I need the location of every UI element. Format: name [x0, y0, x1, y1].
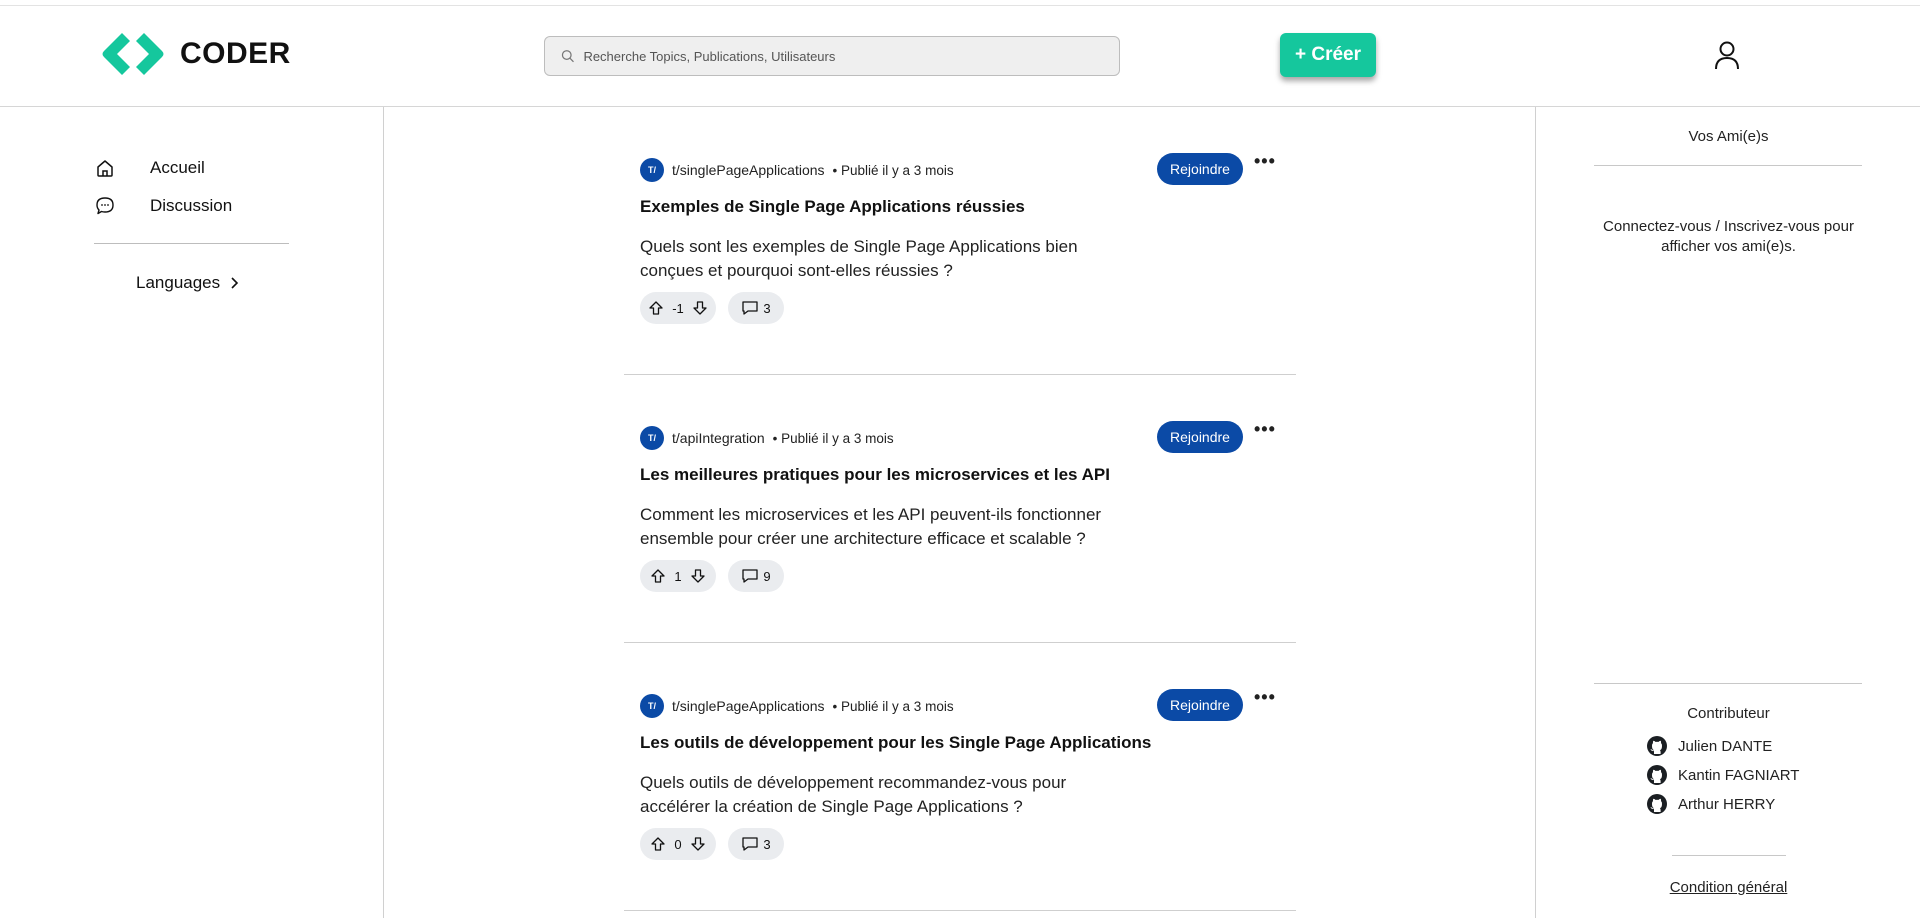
- contributor-link[interactable]: Julien DANTE: [1646, 735, 1772, 757]
- comment-count: 3: [763, 836, 771, 852]
- home-icon: [97, 160, 113, 177]
- join-button[interactable]: Rejoindre: [1157, 421, 1243, 453]
- comments-button[interactable]: 3: [728, 828, 784, 860]
- sidebar-item-accueil[interactable]: Accueil: [94, 157, 205, 179]
- sidebar-divider: [94, 243, 289, 244]
- vote-control: -1: [640, 292, 716, 324]
- post-meta: • Publié il y a 3 mois: [772, 430, 894, 446]
- left-sidebar: Accueil Discussion Languages: [0, 107, 384, 918]
- search-bar[interactable]: [544, 36, 1120, 76]
- community-avatar[interactable]: T/: [640, 158, 664, 182]
- community-avatar[interactable]: T/: [640, 694, 664, 718]
- contributor-link[interactable]: Arthur HERRY: [1646, 793, 1775, 815]
- create-button[interactable]: + Créer: [1280, 33, 1376, 77]
- more-options-icon[interactable]: •••: [1254, 419, 1276, 440]
- friends-title: Vos Ami(e)s: [1688, 128, 1769, 145]
- contributors-title: Contributeur: [1687, 705, 1770, 722]
- upvote-icon[interactable]: [650, 568, 666, 584]
- post-header: T/ t/apiIntegration • Publié il y a 3 mo…: [640, 426, 894, 450]
- post-body: Quels outils de développement recommande…: [640, 773, 1067, 816]
- chevron-right-icon: [231, 277, 239, 289]
- comment-icon: [742, 569, 759, 583]
- github-icon: [1647, 765, 1667, 785]
- upvote-icon[interactable]: [650, 836, 666, 852]
- vote-control: 1: [640, 560, 716, 592]
- post-header: T/ t/singlePageApplications • Publié il …: [640, 694, 954, 718]
- user-icon[interactable]: [1714, 40, 1740, 70]
- friends-divider: [1594, 165, 1862, 166]
- join-button[interactable]: Rejoindre: [1157, 153, 1243, 185]
- community-name[interactable]: t/apiIntegration: [672, 430, 765, 446]
- community-name[interactable]: t/singlePageApplications: [672, 162, 825, 178]
- downvote-icon[interactable]: [690, 836, 706, 852]
- downvote-icon[interactable]: [692, 300, 708, 316]
- terms-link[interactable]: Condition général: [1536, 879, 1920, 896]
- right-sidebar: Vos Ami(e)s Connectez-vous / Inscrivez-v…: [1535, 107, 1920, 918]
- contributors-divider: [1594, 683, 1862, 684]
- upvote-icon[interactable]: [648, 300, 664, 316]
- more-options-icon[interactable]: •••: [1254, 687, 1276, 708]
- community-avatar[interactable]: T/: [640, 426, 664, 450]
- post-title[interactable]: Exemples de Single Page Applications réu…: [640, 197, 1025, 217]
- vote-count: 1: [674, 568, 682, 584]
- sidebar-item-label: Accueil: [150, 158, 205, 177]
- comment-count: 3: [763, 300, 771, 316]
- post-meta: • Publié il y a 3 mois: [832, 698, 954, 714]
- post-body: Comment les microservices et les API peu…: [640, 505, 1102, 548]
- top-header: CODER + Créer: [0, 6, 1920, 107]
- post-title[interactable]: Les meilleures pratiques pour les micros…: [640, 465, 1110, 485]
- comments-button[interactable]: 3: [728, 292, 784, 324]
- comment-count: 9: [763, 568, 771, 584]
- code-logo-icon: [102, 33, 164, 75]
- more-options-icon[interactable]: •••: [1254, 151, 1276, 172]
- contributor-link[interactable]: Kantin FAGNIART: [1646, 764, 1799, 786]
- comment-icon: [742, 837, 759, 851]
- post-card[interactable]: T/ t/singlePageApplications • Publié il …: [624, 107, 1296, 375]
- vote-count: -1: [672, 300, 684, 316]
- join-button[interactable]: Rejoindre: [1157, 689, 1243, 721]
- contributor-name: Julien DANTE: [1678, 737, 1773, 755]
- brand-name: CODER: [180, 37, 291, 70]
- chat-icon: [96, 197, 114, 215]
- friends-login-message: Connectez-vous / Inscrivez-vous pour aff…: [1603, 218, 1854, 255]
- languages-toggle[interactable]: Languages: [136, 273, 240, 293]
- post-card[interactable]: T/ t/apiIntegration • Publié il y a 3 mo…: [624, 375, 1296, 643]
- comment-icon: [742, 301, 759, 315]
- sidebar-item-label: Discussion: [150, 196, 233, 215]
- post-meta: • Publié il y a 3 mois: [832, 162, 954, 178]
- post-header: T/ t/singlePageApplications • Publié il …: [640, 158, 954, 182]
- contributor-name: Kantin FAGNIART: [1678, 766, 1800, 784]
- vote-control: 0: [640, 828, 716, 860]
- github-icon: [1647, 736, 1667, 756]
- vote-count: 0: [674, 836, 682, 852]
- github-icon: [1647, 794, 1667, 814]
- languages-label: Languages: [136, 273, 221, 292]
- contributor-name: Arthur HERRY: [1678, 795, 1776, 813]
- comments-button[interactable]: 9: [728, 560, 784, 592]
- search-input[interactable]: [583, 48, 1119, 64]
- downvote-icon[interactable]: [690, 568, 706, 584]
- footer-divider: [1672, 855, 1786, 856]
- logo[interactable]: CODER: [100, 29, 291, 79]
- post-body: Quels sont les exemples de Single Page A…: [640, 237, 1078, 280]
- post-card[interactable]: T/ t/singlePageApplications • Publié il …: [624, 643, 1296, 911]
- post-title[interactable]: Les outils de développement pour les Sin…: [640, 733, 1151, 753]
- search-icon: [561, 50, 574, 63]
- community-name[interactable]: t/singlePageApplications: [672, 698, 825, 714]
- sidebar-item-discussion[interactable]: Discussion: [94, 195, 232, 217]
